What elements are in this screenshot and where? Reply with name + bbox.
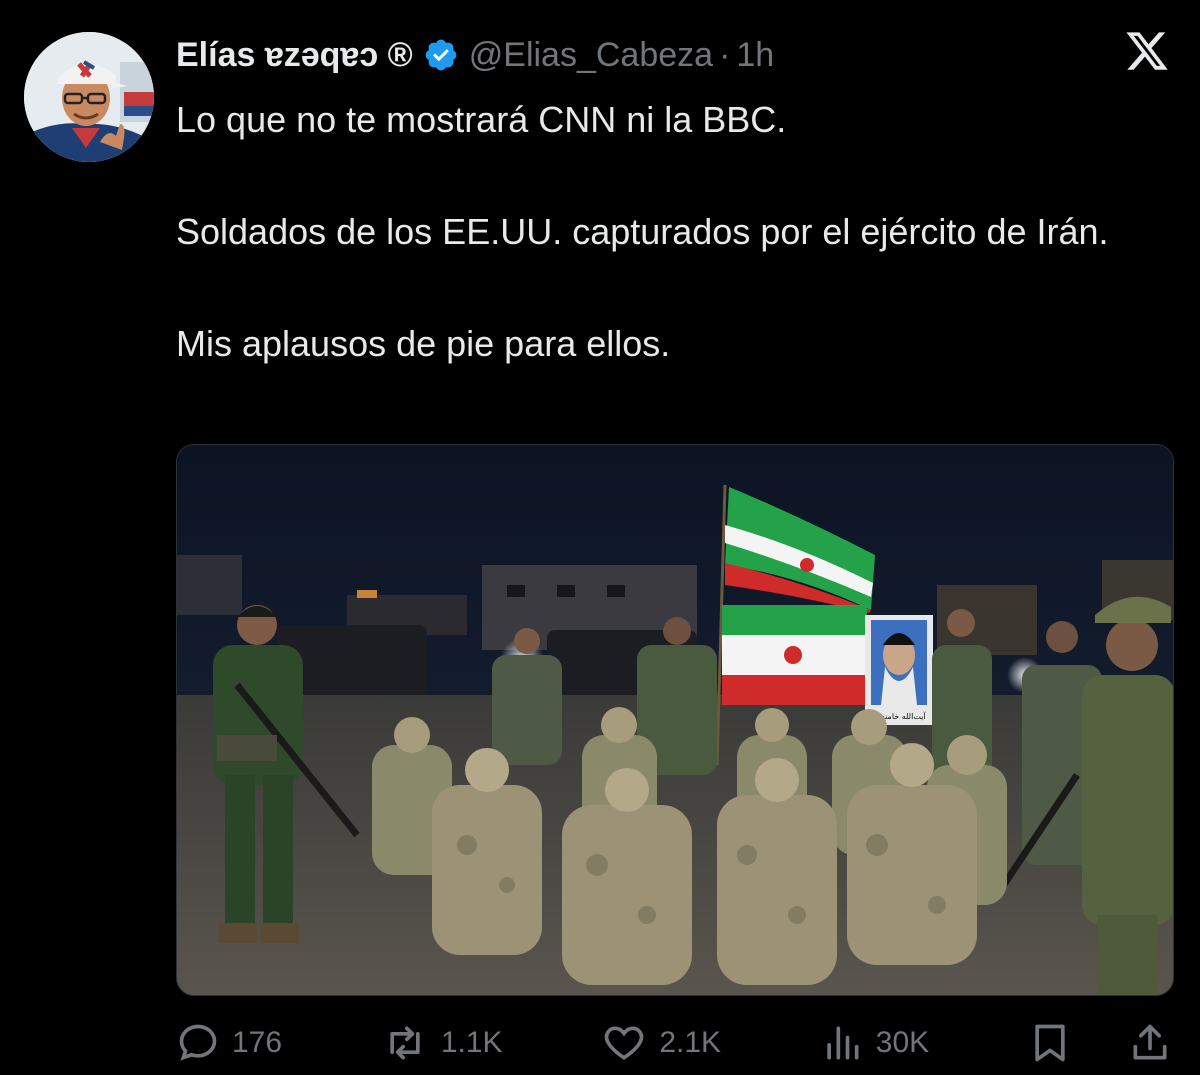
photo-soldiers-kneeling: آیت‌الله خامنه‌ای	[177, 445, 1173, 995]
reply-icon	[179, 1024, 217, 1061]
share-button[interactable]	[1128, 1021, 1172, 1065]
views-button[interactable]: 30K	[820, 1021, 929, 1065]
secondary-actions	[1028, 1021, 1172, 1065]
share-icon	[1133, 1024, 1167, 1060]
tweet-paragraph: Lo que no te mostrará CNN ni la BBC.	[176, 99, 787, 140]
repost-count: 1.1K	[440, 1026, 503, 1059]
repost-button[interactable]: 1.1K	[381, 1021, 503, 1065]
tweet: Elías ɐzǝqɐɔ ® @Elias_Cabeza · 1h Lo que…	[0, 0, 1200, 1075]
tweet-media-photo[interactable]: آیت‌الله خامنه‌ای	[176, 444, 1174, 996]
reply-button[interactable]: 176	[176, 1021, 282, 1065]
tweet-actions: 176 1.1K 2.1K 30K	[176, 1016, 1172, 1070]
author-handle[interactable]: @Elias_Cabeza	[469, 36, 713, 75]
separator-dot: ·	[719, 35, 731, 74]
tweet-text: Lo que no te mostrará CNN ni la BBC. Sol…	[176, 92, 1166, 372]
bookmark-button[interactable]	[1028, 1021, 1072, 1065]
views-icon	[827, 1026, 859, 1060]
like-button[interactable]: 2.1K	[601, 1021, 721, 1065]
avatar-image	[24, 32, 154, 162]
tweet-header: Elías ɐzǝqɐɔ ® @Elias_Cabeza · 1h	[176, 30, 774, 80]
author-display-name[interactable]: Elías ɐzǝqɐɔ ®	[176, 36, 413, 75]
heart-icon	[605, 1026, 644, 1060]
bookmark-icon	[1035, 1024, 1065, 1062]
reply-count: 176	[232, 1026, 283, 1059]
like-count: 2.1K	[659, 1026, 722, 1059]
repost-icon	[390, 1026, 420, 1060]
avatar[interactable]	[24, 32, 154, 162]
tweet-paragraph: Mis aplausos de pie para ellos.	[176, 323, 671, 364]
x-logo-icon[interactable]	[1122, 28, 1172, 74]
timestamp[interactable]: 1h	[736, 36, 774, 75]
verified-badge-icon	[425, 39, 457, 71]
tweet-paragraph: Soldados de los EE.UU. capturados por el…	[176, 211, 1109, 252]
views-count: 30K	[875, 1026, 930, 1059]
